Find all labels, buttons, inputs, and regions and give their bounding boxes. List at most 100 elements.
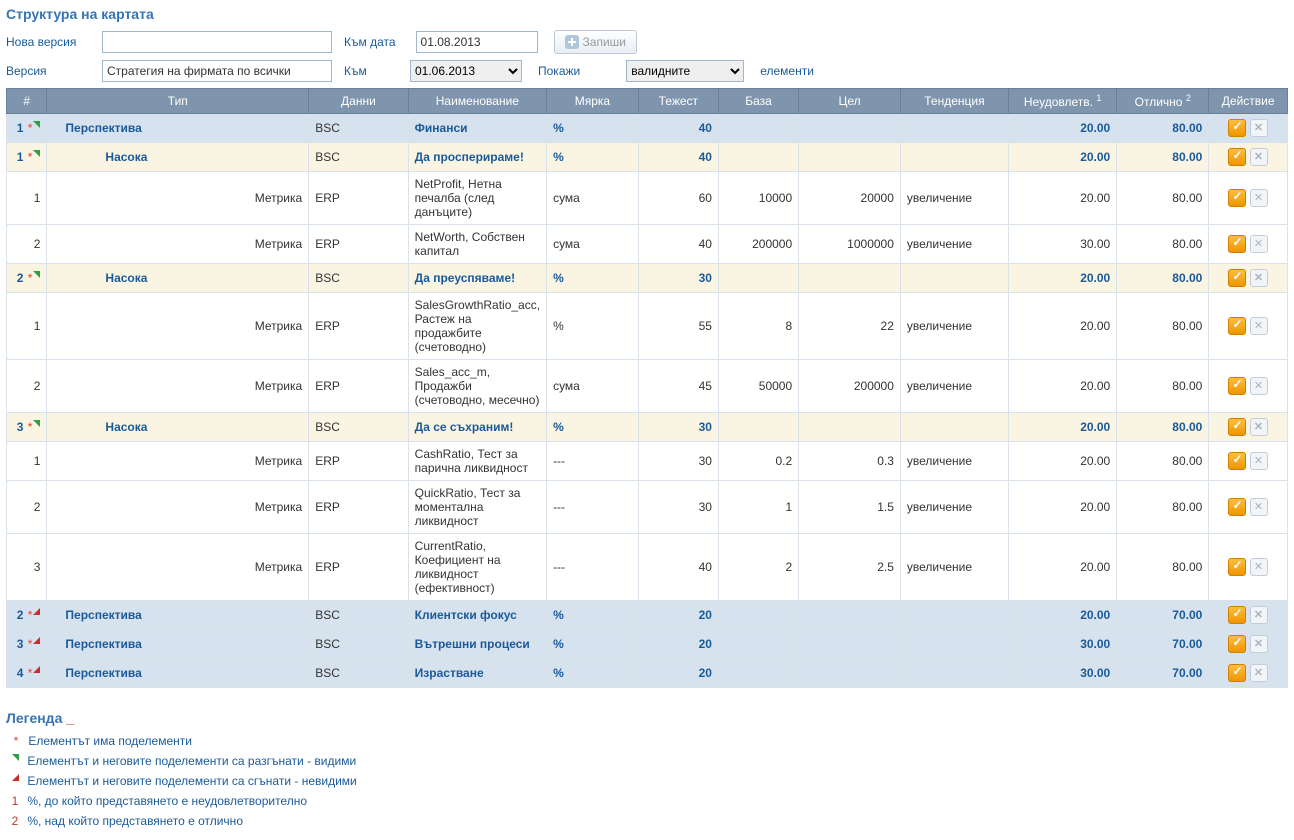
cell-excel: 80.00 — [1117, 264, 1209, 293]
cell-action — [1209, 360, 1288, 413]
cell-unit: % — [547, 601, 639, 630]
col-data: Данни — [309, 89, 408, 114]
row-name-link[interactable]: Да се съхраним! — [415, 420, 514, 434]
elements-select[interactable]: валидните — [626, 60, 744, 82]
cell-target — [799, 659, 901, 688]
cell-type: Метрика — [47, 481, 309, 534]
cell-weight: 40 — [638, 143, 718, 172]
cell-name: CurrentRatio, Коефициент на ликвидност (… — [408, 534, 546, 601]
save-button[interactable]: Запиши — [554, 30, 637, 54]
row-name-link[interactable]: Израстване — [415, 666, 484, 680]
edit-button[interactable] — [1228, 606, 1246, 624]
expand-toggle[interactable] — [33, 666, 40, 673]
cell-unsat: 30.00 — [1009, 659, 1117, 688]
edit-button[interactable] — [1228, 317, 1246, 335]
new-version-input[interactable] — [102, 31, 332, 53]
to-date-label: Към дата — [344, 35, 396, 49]
edit-button[interactable] — [1228, 269, 1246, 287]
edit-button[interactable] — [1228, 148, 1246, 166]
cell-target: 0.3 — [799, 442, 901, 481]
delete-button[interactable] — [1250, 635, 1268, 653]
row-name-link[interactable]: Клиентски фокус — [415, 608, 517, 622]
table-row: 1МетрикаERPSalesGrowthRatio_acc, Растеж … — [7, 293, 1288, 360]
delete-button[interactable] — [1250, 235, 1268, 253]
cell-base — [718, 114, 798, 143]
cell-weight: 30 — [638, 481, 718, 534]
expand-toggle[interactable] — [33, 271, 40, 278]
expand-toggle[interactable] — [33, 637, 40, 644]
cell-target: 1000000 — [799, 225, 901, 264]
delete-button[interactable] — [1250, 664, 1268, 682]
cell-trend: увеличение — [900, 172, 1008, 225]
table-row: 1 *ПерспективаBSCФинанси%4020.0080.00 — [7, 114, 1288, 143]
cell-base: 1 — [718, 481, 798, 534]
delete-button[interactable] — [1250, 606, 1268, 624]
expand-toggle[interactable] — [33, 608, 40, 615]
col-target: Цел — [799, 89, 901, 114]
cell-unsat: 30.00 — [1009, 630, 1117, 659]
col-unsat: Неудовлетв. 1 — [1009, 89, 1117, 114]
star-icon: * — [28, 420, 33, 434]
cell-data: BSC — [309, 413, 408, 442]
cell-type: Метрика — [47, 293, 309, 360]
cell-unsat: 20.00 — [1009, 143, 1117, 172]
cell-excel: 70.00 — [1117, 659, 1209, 688]
cell-name: Клиентски фокус — [408, 601, 546, 630]
edit-button[interactable] — [1228, 664, 1246, 682]
delete-button[interactable] — [1250, 498, 1268, 516]
expand-toggle[interactable] — [33, 121, 40, 128]
delete-button[interactable] — [1250, 418, 1268, 436]
version-label: Версия — [6, 64, 96, 78]
to-label: Към — [344, 64, 404, 78]
row-name-link[interactable]: Финанси — [415, 121, 468, 135]
delete-button[interactable] — [1250, 148, 1268, 166]
cell-trend: увеличение — [900, 534, 1008, 601]
version-input[interactable] — [102, 60, 332, 82]
cell-name: QuickRatio, Тест за моментална ликвиднос… — [408, 481, 546, 534]
cell-name: Вътрешни процеси — [408, 630, 546, 659]
cell-base: 10000 — [718, 172, 798, 225]
edit-button[interactable] — [1228, 235, 1246, 253]
row-name-link[interactable]: Да просперираме! — [415, 150, 524, 164]
edit-button[interactable] — [1228, 189, 1246, 207]
col-num: # — [7, 89, 47, 114]
expand-toggle[interactable] — [33, 420, 40, 427]
delete-button[interactable] — [1250, 269, 1268, 287]
cell-weight: 40 — [638, 114, 718, 143]
cell-unsat: 20.00 — [1009, 114, 1117, 143]
elements-label: елементи — [760, 64, 814, 78]
edit-button[interactable] — [1228, 498, 1246, 516]
cell-unsat: 20.00 — [1009, 601, 1117, 630]
expand-toggle[interactable] — [33, 150, 40, 157]
to-select[interactable]: 01.06.2013 — [410, 60, 522, 82]
cell-target — [799, 264, 901, 293]
cell-data: BSC — [309, 264, 408, 293]
table-row: 2 *НасокаBSCДа преуспяваме!%3020.0080.00 — [7, 264, 1288, 293]
star-icon: * — [28, 637, 33, 651]
legend-text: Елементът и неговите поделементи са разг… — [27, 754, 356, 768]
edit-button[interactable] — [1228, 377, 1246, 395]
cell-weight: 20 — [638, 659, 718, 688]
cell-num: 2 * — [7, 264, 47, 293]
edit-button[interactable] — [1228, 558, 1246, 576]
cell-type: Насока — [47, 143, 309, 172]
edit-button[interactable] — [1228, 119, 1246, 137]
delete-button[interactable] — [1250, 452, 1268, 470]
cell-unsat: 20.00 — [1009, 442, 1117, 481]
delete-button[interactable] — [1250, 189, 1268, 207]
cell-weight: 40 — [638, 534, 718, 601]
edit-button[interactable] — [1228, 452, 1246, 470]
cell-trend — [900, 413, 1008, 442]
row-name-link[interactable]: Вътрешни процеси — [415, 637, 530, 651]
delete-button[interactable] — [1250, 119, 1268, 137]
delete-button[interactable] — [1250, 558, 1268, 576]
delete-button[interactable] — [1250, 317, 1268, 335]
edit-button[interactable] — [1228, 635, 1246, 653]
cell-weight: 30 — [638, 442, 718, 481]
cell-type: Метрика — [47, 534, 309, 601]
edit-button[interactable] — [1228, 418, 1246, 436]
row-name-link[interactable]: Да преуспяваме! — [415, 271, 515, 285]
to-date-input[interactable] — [416, 31, 538, 53]
delete-button[interactable] — [1250, 377, 1268, 395]
cell-name: SalesGrowthRatio_acc, Растеж на продажби… — [408, 293, 546, 360]
